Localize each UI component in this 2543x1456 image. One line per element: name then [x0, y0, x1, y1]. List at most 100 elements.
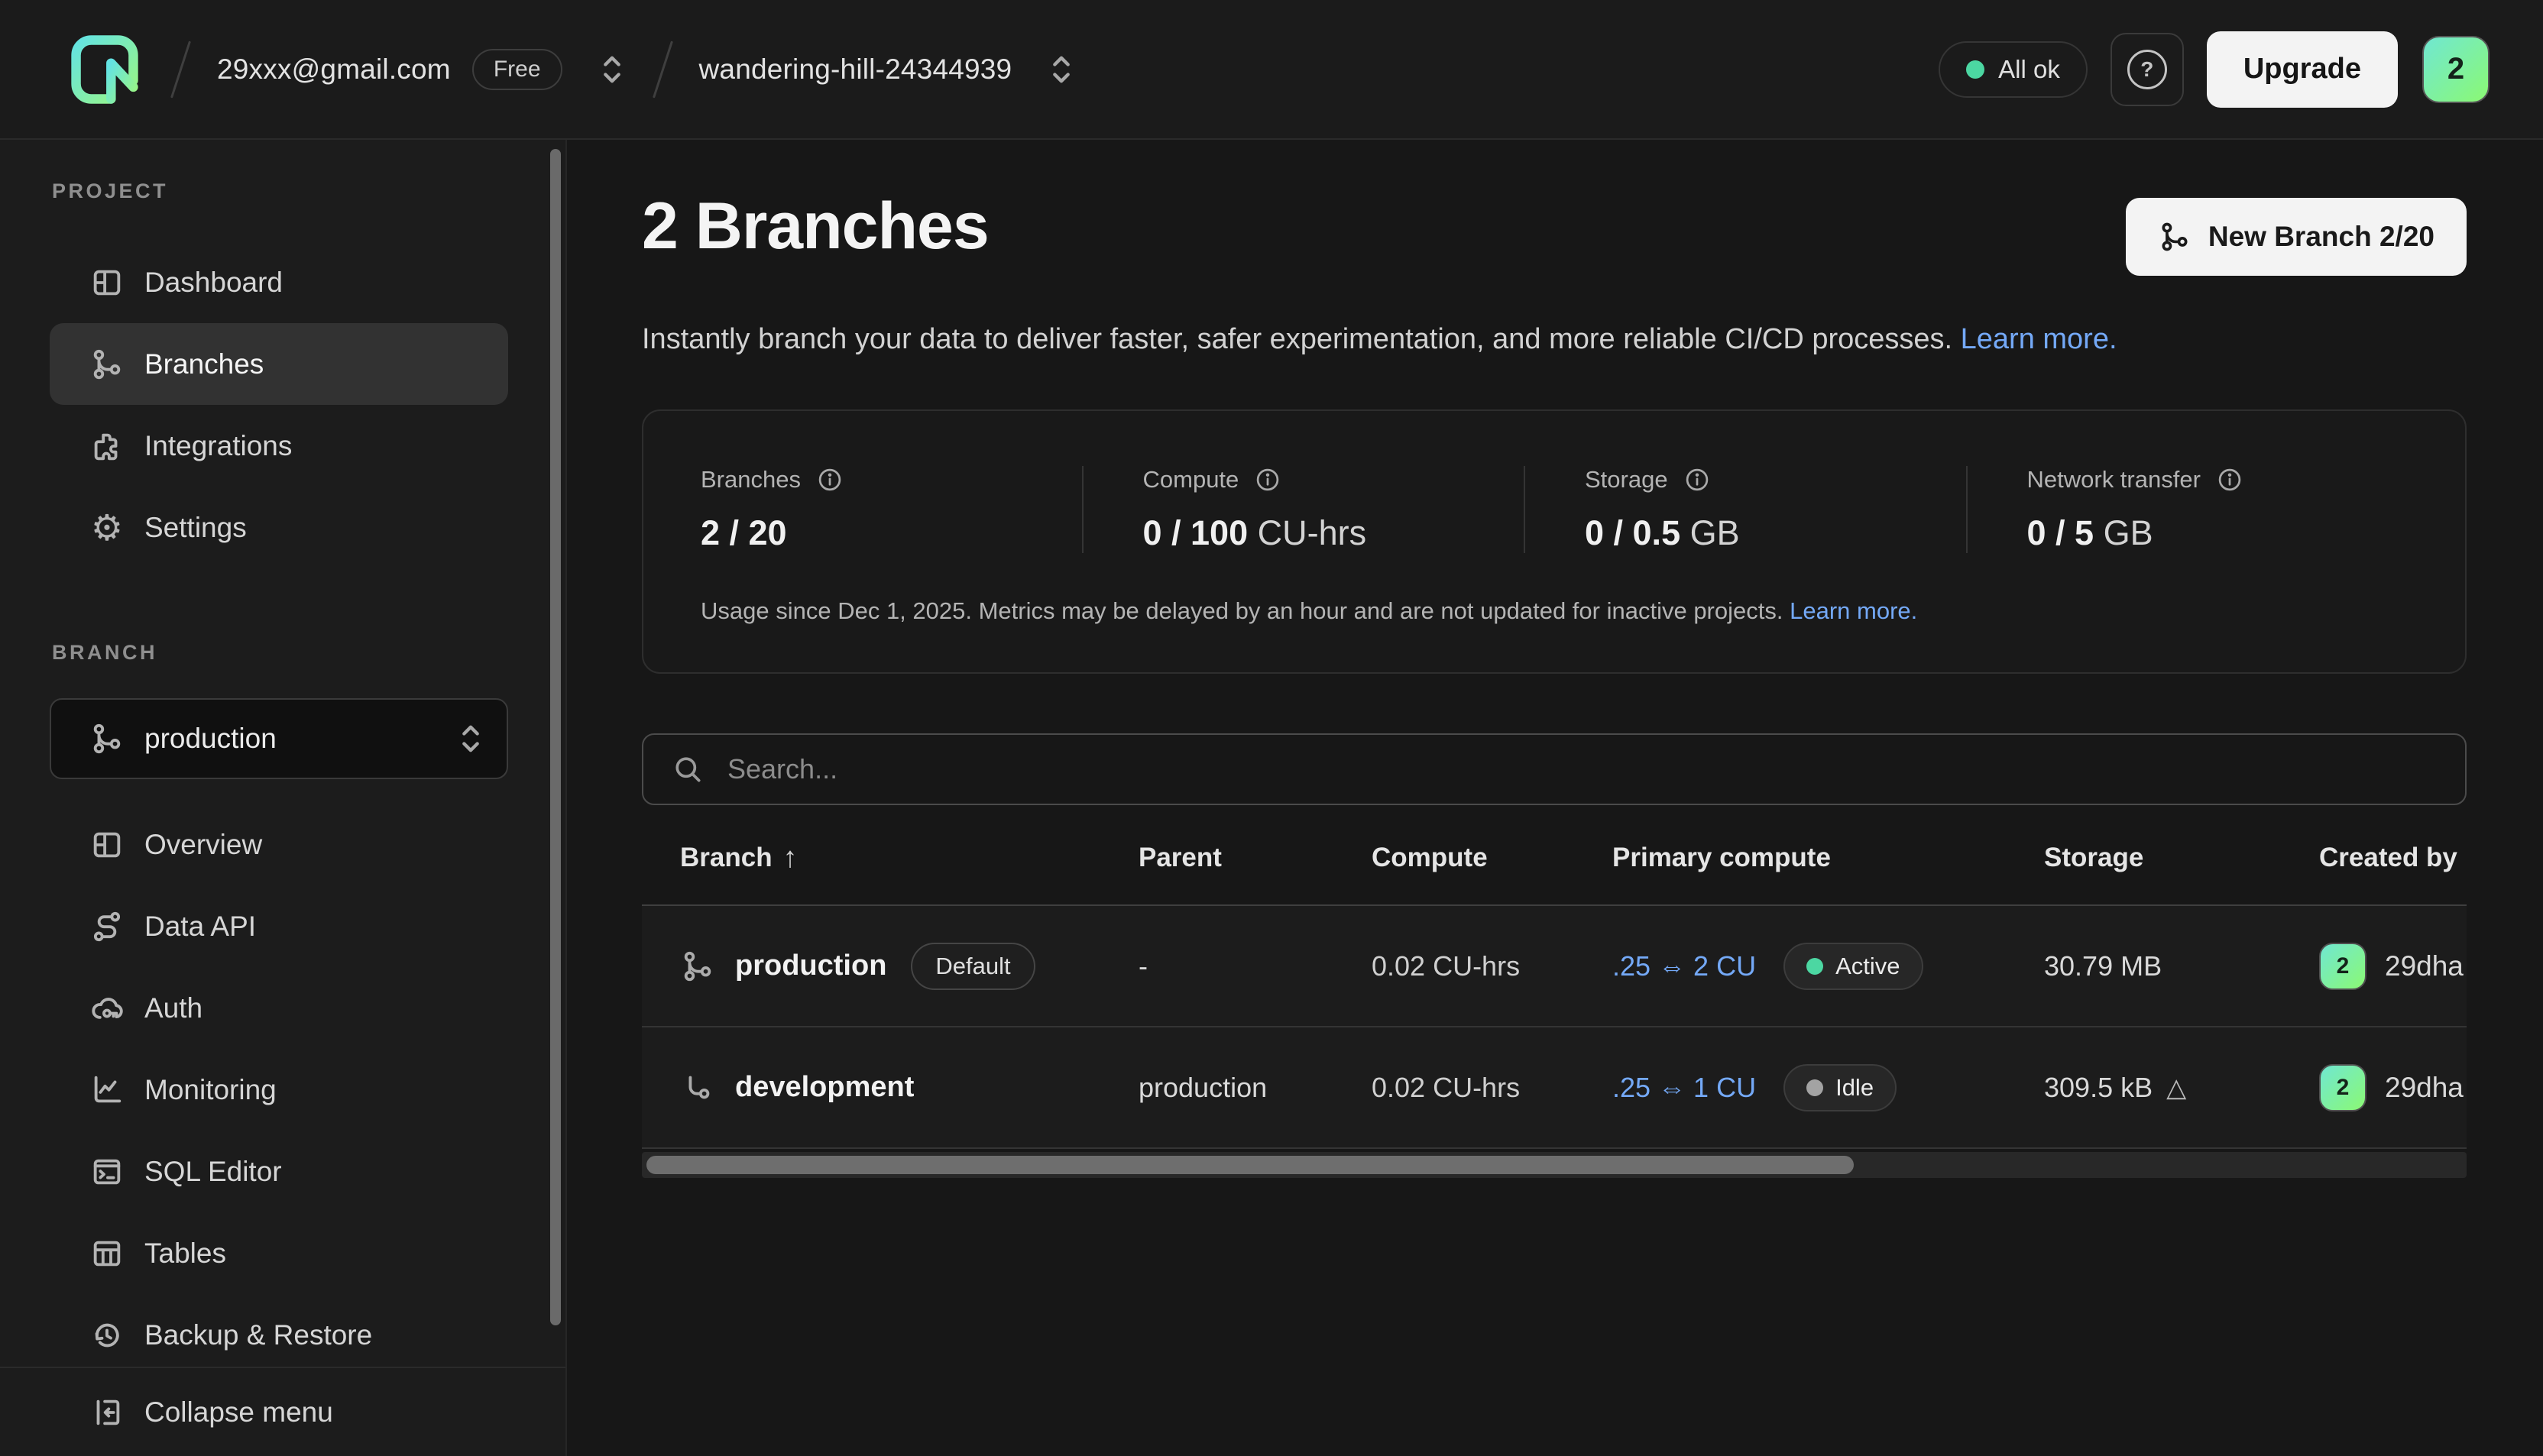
learn-more-link[interactable]: Learn more. — [1961, 323, 2117, 355]
search-input[interactable] — [727, 753, 2438, 785]
stat-label: Storage — [1585, 466, 1668, 493]
delta-icon: △ — [2166, 1073, 2186, 1103]
sidebar-item-sql-editor[interactable]: SQL Editor — [50, 1131, 508, 1212]
sidebar-item-overview[interactable]: Overview — [50, 804, 508, 885]
compute-cell: 0.02 CU-hrs — [1372, 906, 1524, 1026]
sidebar-item-data-api[interactable]: Data API — [50, 885, 508, 967]
usage-note-text: Usage since Dec 1, 2025. Metrics may be … — [701, 597, 1783, 624]
sidebar-item-branches[interactable]: Branches — [50, 323, 508, 405]
chevron-updown-icon — [1047, 50, 1076, 89]
page-title: 2 Branches — [642, 189, 989, 264]
creator-avatar: 2 — [2319, 943, 2366, 990]
breadcrumb: 29xxx@gmail.com Free wandering-hill-2434… — [65, 30, 1076, 109]
neon-logo-icon[interactable] — [65, 30, 144, 109]
collapse-menu-label: Collapse menu — [144, 1396, 333, 1428]
auth-cloud-key-icon — [89, 991, 125, 1026]
dashboard-icon — [89, 265, 125, 300]
table-row-development[interactable]: development production 0.02 CU-hrs .25 ⇔… — [642, 1027, 2467, 1149]
collapse-menu-icon — [89, 1395, 125, 1430]
tables-icon — [89, 1236, 125, 1271]
column-header-compute[interactable]: Compute — [1372, 811, 1488, 904]
sidebar-item-label: Integrations — [144, 430, 292, 462]
column-header-parent[interactable]: Parent — [1139, 811, 1222, 904]
status-badge: Idle — [1783, 1064, 1897, 1111]
branch-selector[interactable]: production — [50, 698, 508, 779]
status-label: Active — [1835, 953, 1900, 980]
table-row-production[interactable]: production Default - 0.02 CU-hrs .25 ⇔ 2… — [642, 906, 2467, 1027]
help-button[interactable]: ? — [2111, 33, 2184, 106]
column-header-branch[interactable]: Branch ↑ — [680, 811, 798, 904]
sidebar-item-label: Data API — [144, 911, 256, 943]
sql-editor-icon — [89, 1154, 125, 1189]
sidebar-item-dashboard[interactable]: Dashboard — [50, 241, 508, 323]
compute-size-link[interactable]: .25 ⇔ 2 CU — [1612, 950, 1756, 982]
sidebar-item-label: Monitoring — [144, 1074, 277, 1106]
system-status-pill[interactable]: All ok — [1939, 41, 2088, 98]
new-branch-label: New Branch 2/20 — [2208, 221, 2434, 253]
horizontal-scrollbar-thumb[interactable] — [646, 1156, 1854, 1174]
branches-table: Branch ↑ Parent Compute Primary compute … — [642, 811, 2467, 1178]
breadcrumb-divider — [653, 40, 673, 98]
gear-icon: ⚙ — [89, 510, 125, 545]
branch-name[interactable]: development — [735, 1071, 914, 1104]
compute-size-link[interactable]: .25 ⇔ 1 CU — [1612, 1072, 1756, 1104]
user-avatar[interactable]: 2 — [2422, 36, 2490, 103]
sidebar-item-label: Dashboard — [144, 267, 283, 299]
column-header-storage[interactable]: Storage — [2044, 811, 2143, 904]
stat-value: 0 / 100 — [1143, 513, 1249, 552]
sidebar-item-integrations[interactable]: Integrations — [50, 405, 508, 487]
default-badge: Default — [911, 943, 1035, 990]
usage-stats-columns: Branches 2 / 20 Compute 0 / 100 CU-hrs — [701, 466, 2408, 553]
learn-more-link[interactable]: Learn more. — [1790, 597, 1917, 624]
sidebar-item-tables[interactable]: Tables — [50, 1212, 508, 1294]
horizontal-scrollbar[interactable] — [642, 1152, 2467, 1178]
stat-label: Compute — [1143, 466, 1239, 493]
column-label: Compute — [1372, 843, 1488, 873]
info-icon[interactable] — [2216, 466, 2243, 493]
status-label: Idle — [1835, 1074, 1874, 1102]
upgrade-button[interactable]: Upgrade — [2207, 31, 2398, 108]
stat-value: 2 / 20 — [701, 513, 787, 552]
branch-name[interactable]: production — [735, 950, 886, 982]
sidebar-section-branch: BRANCH — [52, 641, 555, 665]
column-header-created-by[interactable]: Created by — [2319, 811, 2457, 904]
stat-value: 0 / 5 — [2027, 513, 2094, 552]
idle-dot-icon — [1806, 1079, 1823, 1096]
sidebar-item-backup-restore[interactable]: Backup & Restore — [50, 1294, 508, 1376]
search-icon — [671, 752, 705, 786]
sidebar-item-label: Auth — [144, 992, 202, 1024]
column-header-primary-compute[interactable]: Primary compute — [1612, 811, 1831, 904]
project-switcher[interactable]: wandering-hill-24344939 — [699, 50, 1077, 89]
data-api-icon — [89, 909, 125, 944]
status-ok-dot-icon — [1966, 60, 1984, 79]
new-branch-button[interactable]: New Branch 2/20 — [2126, 198, 2467, 276]
sidebar-scrollbar[interactable] — [550, 149, 561, 1325]
usage-note: Usage since Dec 1, 2025. Metrics may be … — [701, 597, 2408, 625]
usage-stats-panel: Branches 2 / 20 Compute 0 / 100 CU-hrs — [642, 409, 2467, 674]
sidebar-item-settings[interactable]: ⚙ Settings — [50, 487, 508, 568]
sort-ascending-icon[interactable]: ↑ — [783, 842, 798, 875]
branch-cell: development — [680, 1027, 914, 1147]
child-branch-icon — [680, 1070, 715, 1105]
sidebar-item-label: Branches — [144, 348, 264, 380]
collapse-menu-button[interactable]: Collapse menu — [50, 1368, 523, 1456]
branch-icon — [680, 949, 715, 984]
stat-label: Branches — [701, 466, 801, 493]
neon-console-app: 29xxx@gmail.com Free wandering-hill-2434… — [0, 0, 2543, 1456]
chevron-updown-icon — [456, 719, 485, 759]
account-switcher[interactable]: 29xxx@gmail.com Free — [217, 49, 627, 90]
top-bar-actions: All ok ? Upgrade 2 — [1939, 31, 2490, 108]
stat-compute: Compute 0 / 100 CU-hrs — [1082, 466, 1524, 553]
creator-name: 29dha — [2385, 950, 2464, 982]
branch-search — [642, 733, 2467, 805]
monitoring-chart-icon — [89, 1073, 125, 1108]
sidebar-item-monitoring[interactable]: Monitoring — [50, 1049, 508, 1131]
page-description: Instantly branch your data to deliver fa… — [642, 323, 2467, 356]
column-label: Parent — [1139, 843, 1222, 873]
sidebar-item-auth[interactable]: Auth — [50, 967, 508, 1049]
chevron-updown-icon — [598, 50, 627, 89]
info-icon[interactable] — [816, 466, 844, 493]
info-icon[interactable] — [1683, 466, 1711, 493]
column-label: Created by — [2319, 843, 2457, 873]
info-icon[interactable] — [1254, 466, 1281, 493]
